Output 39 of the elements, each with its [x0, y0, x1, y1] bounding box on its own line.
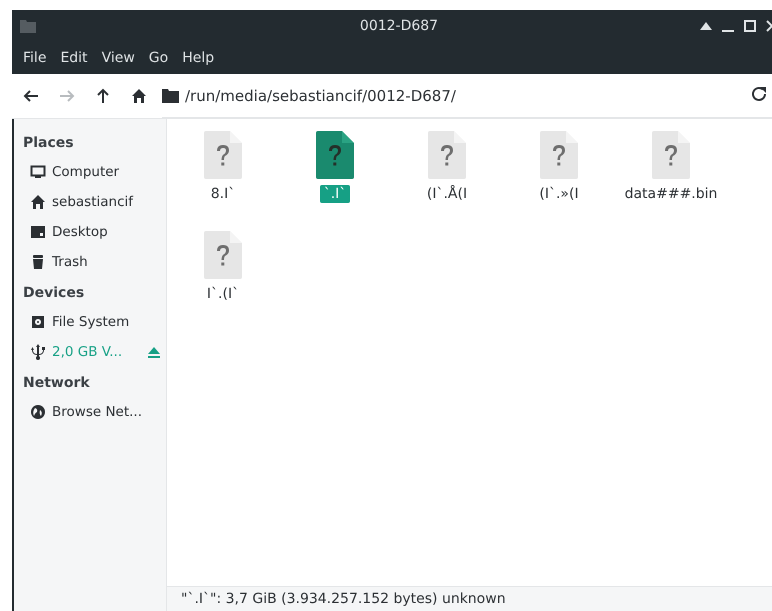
- file-icon[interactable]: [316, 131, 354, 179]
- trash-icon: [30, 254, 46, 270]
- menu-item[interactable]: Edit: [53, 46, 95, 70]
- menu-item[interactable]: Help: [175, 46, 222, 70]
- maximize-icon[interactable]: [744, 20, 756, 32]
- desktop-icon: [30, 224, 46, 240]
- home-icon: [30, 194, 46, 210]
- section-heading: Network: [23, 375, 90, 391]
- reload-icon: [750, 85, 768, 103]
- sidebar-item[interactable]: Desktop: [52, 224, 108, 240]
- up-arrow-icon: [95, 88, 111, 104]
- menu-item[interactable]: View: [94, 46, 142, 70]
- monitor-icon: [30, 164, 46, 180]
- location-path[interactable]: /run/media/sebastiancif/0012-D687/: [185, 86, 456, 104]
- sidebar-item[interactable]: File System: [52, 314, 130, 330]
- globe-icon: [30, 404, 46, 420]
- sidebar-item[interactable]: Trash: [52, 254, 88, 270]
- usb-icon: [30, 344, 46, 360]
- file-name[interactable]: (I`.Å(I: [422, 185, 472, 203]
- menu-item[interactable]: File: [16, 46, 54, 70]
- sidebar-item[interactable]: Browse Net...: [52, 404, 142, 420]
- file-name[interactable]: data###.bin: [620, 185, 722, 203]
- sidebar-item[interactable]: sebastiancif: [52, 194, 134, 210]
- forward-arrow-icon: [59, 88, 75, 104]
- section-heading: Places: [23, 135, 74, 151]
- file-name[interactable]: I`.(I`: [202, 285, 244, 303]
- window-title: 0012-D687: [360, 18, 438, 34]
- back-arrow-icon: [23, 88, 39, 104]
- file-name[interactable]: 8.I`: [206, 185, 240, 203]
- folder-icon: [162, 88, 179, 103]
- shade-icon[interactable]: [700, 22, 712, 30]
- file-name[interactable]: (I`.»(I: [535, 185, 583, 203]
- home-icon: [131, 88, 147, 104]
- sidebar-item[interactable]: Computer: [52, 164, 120, 180]
- menu-item[interactable]: Go: [142, 46, 176, 70]
- eject-icon[interactable]: [148, 346, 160, 358]
- folder-icon: [20, 19, 36, 33]
- status-text: "`.I`": 3,7 GiB (3.934.257.152 bytes) unknown: [181, 591, 506, 607]
- section-heading: Devices: [23, 285, 84, 301]
